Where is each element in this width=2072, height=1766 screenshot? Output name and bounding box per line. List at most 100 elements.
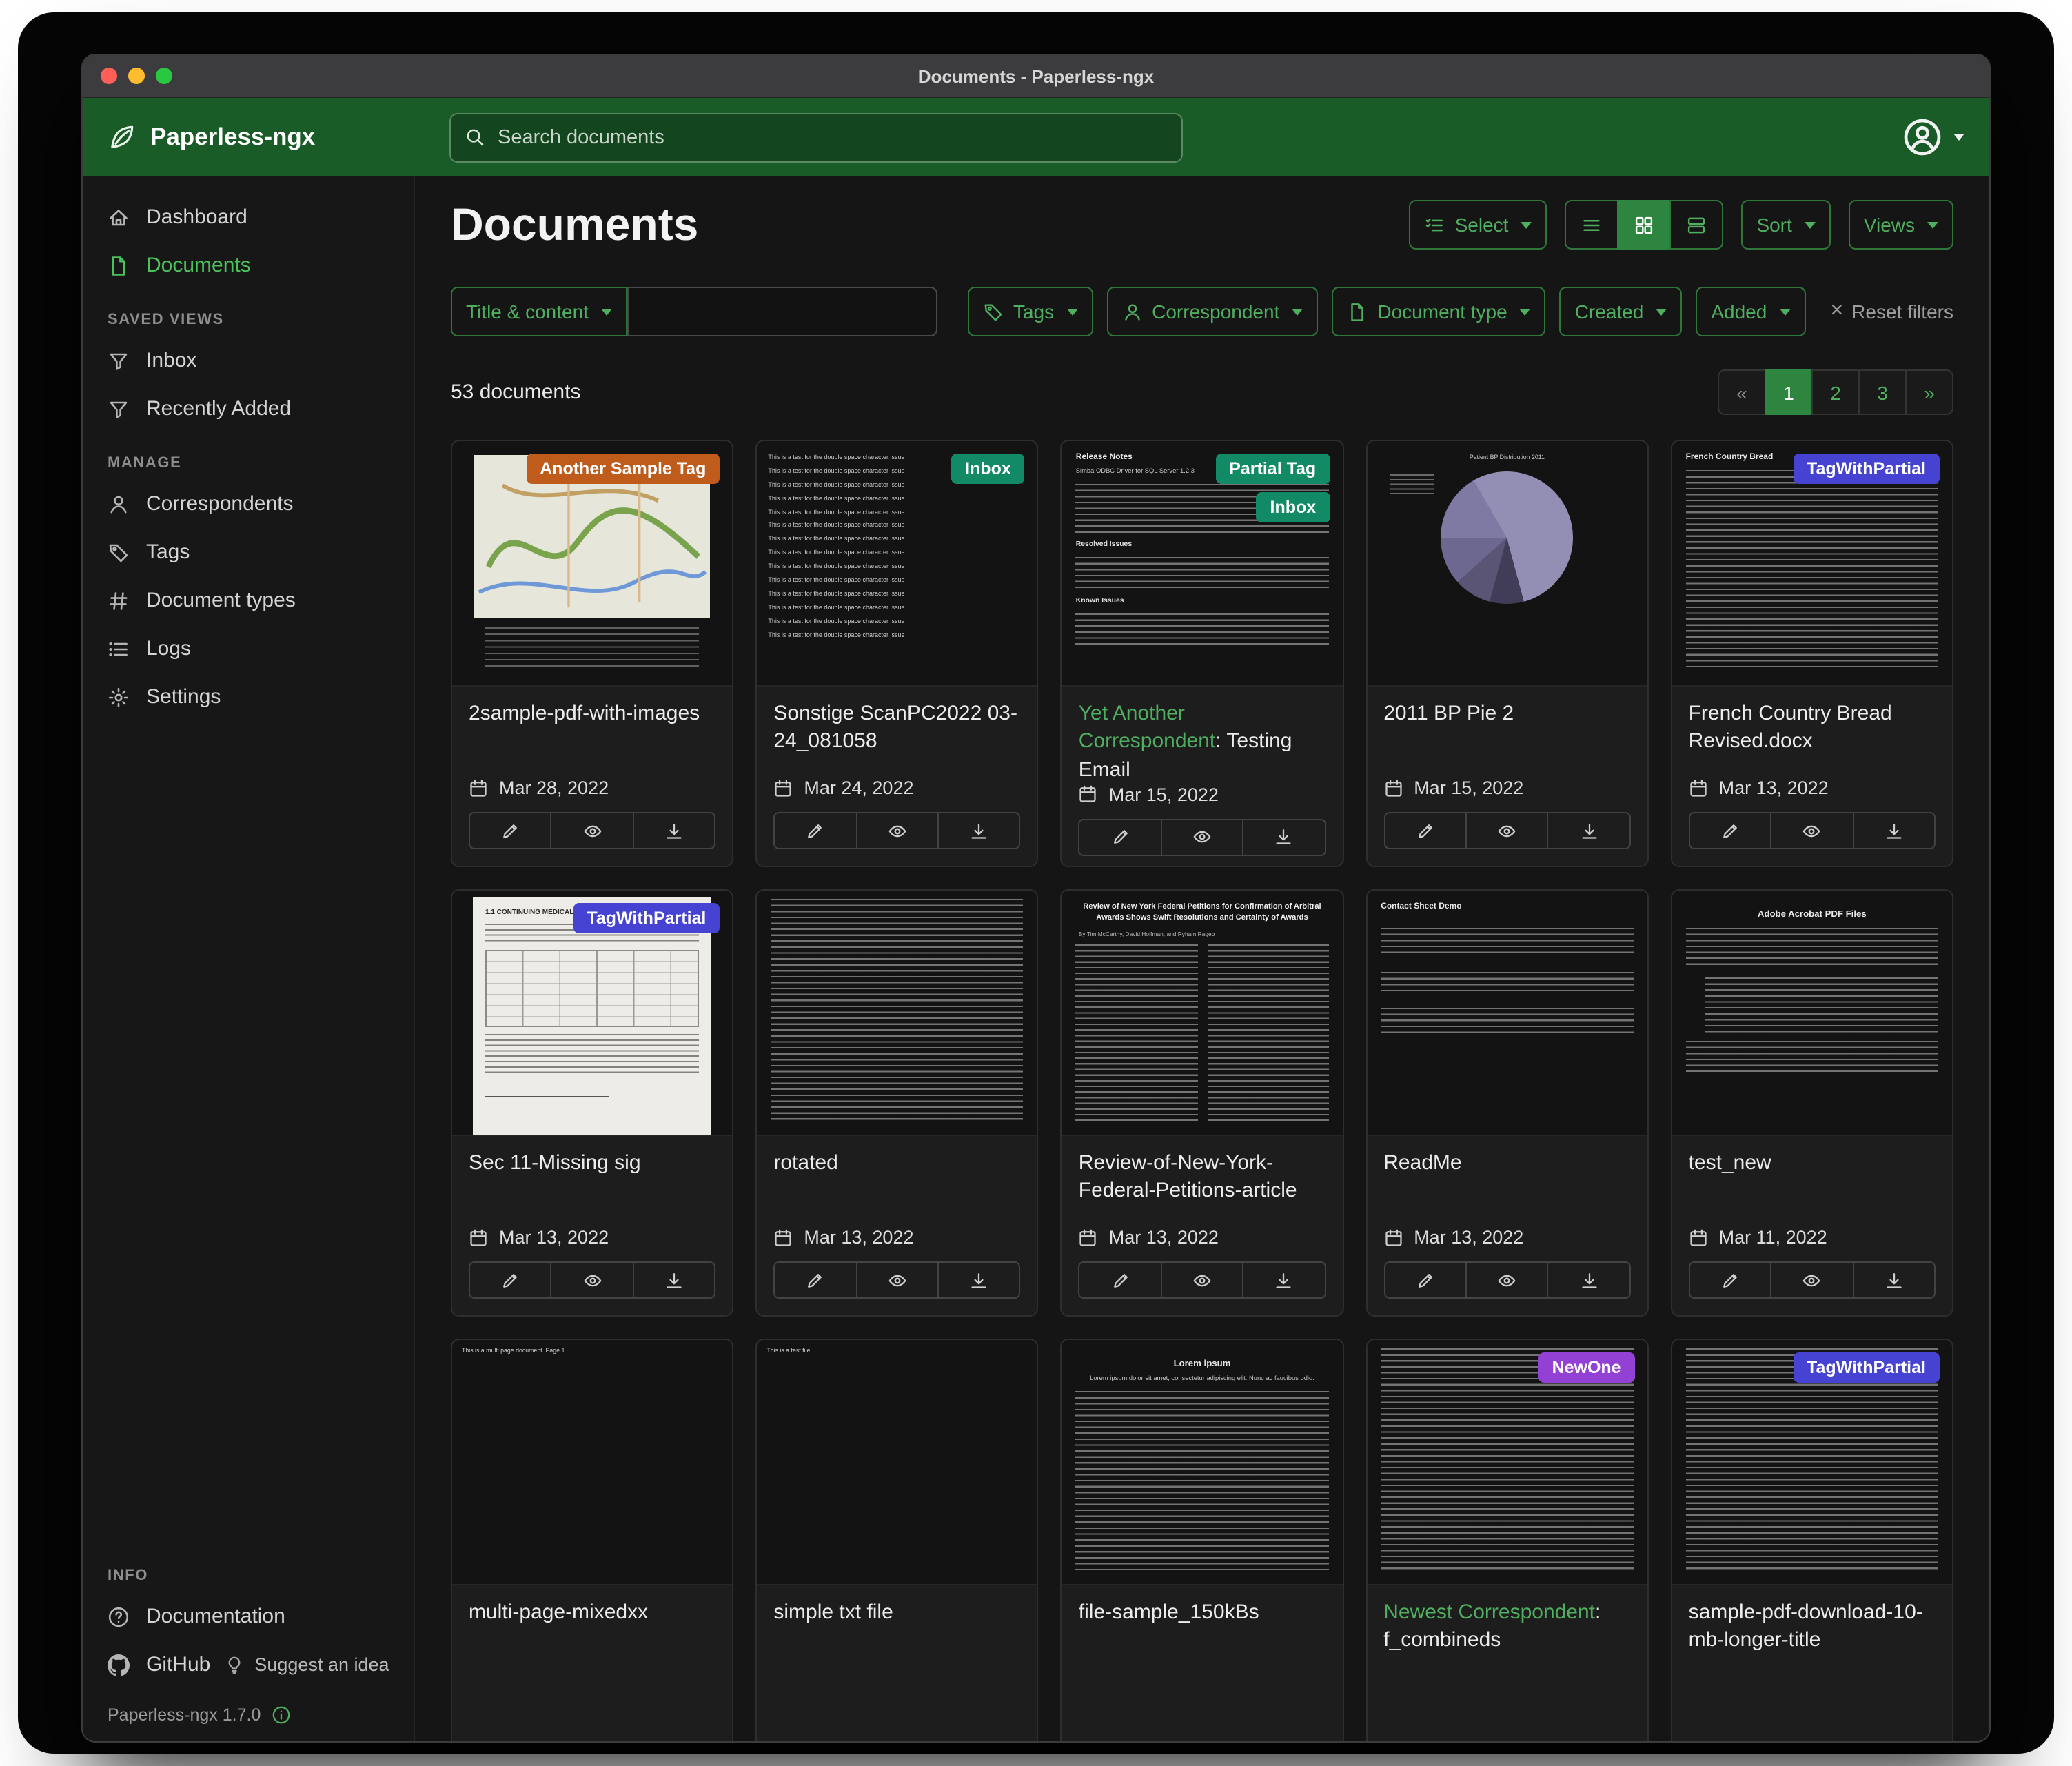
document-card[interactable]: Review of New York Federal Petitions for…: [1061, 889, 1343, 1317]
preview-button[interactable]: [1465, 812, 1549, 849]
preview-button[interactable]: [1770, 812, 1853, 849]
document-thumbnail[interactable]: Contact Sheet Demo: [1367, 891, 1647, 1136]
edit-button[interactable]: [469, 1261, 552, 1299]
user-menu[interactable]: [1902, 117, 1964, 157]
edit-button[interactable]: [1689, 812, 1772, 849]
tag-badge[interactable]: Another Sample Tag: [526, 454, 720, 484]
document-type-filter-button[interactable]: Document type: [1332, 287, 1545, 336]
sidebar-item-inbox[interactable]: Inbox: [83, 336, 414, 385]
preview-button[interactable]: [551, 812, 634, 849]
tag-badge[interactable]: Partial Tag: [1215, 454, 1330, 484]
document-thumbnail[interactable]: Adobe Acrobat PDF Files: [1672, 891, 1952, 1136]
views-button[interactable]: Views: [1849, 200, 1953, 250]
document-title[interactable]: Newest Correspondent: f_combineds: [1383, 1599, 1630, 1655]
minimize-window-button[interactable]: [128, 68, 145, 84]
detail-view-button[interactable]: [1565, 200, 1618, 250]
edit-button[interactable]: [1079, 1261, 1162, 1299]
tag-badge[interactable]: Inbox: [951, 454, 1025, 484]
small-cards-view-button[interactable]: [1617, 200, 1671, 250]
preview-button[interactable]: [1161, 1261, 1244, 1299]
pagination-button[interactable]: 2: [1811, 369, 1860, 415]
download-button[interactable]: [1242, 819, 1326, 856]
document-thumbnail[interactable]: This is a test file.: [757, 1340, 1037, 1585]
document-thumbnail[interactable]: Review of New York Federal Petitions for…: [1062, 891, 1342, 1136]
close-window-button[interactable]: [101, 68, 117, 84]
document-card[interactable]: This is a multi page document. Page 1. m…: [451, 1339, 733, 1741]
preview-button[interactable]: [855, 1261, 939, 1299]
tag-badge[interactable]: TagWithPartial: [1793, 454, 1940, 484]
edit-button[interactable]: [773, 812, 857, 849]
tags-filter-button[interactable]: Tags: [968, 287, 1093, 336]
document-card[interactable]: 1.1 CONTINUING MEDICAL EDUCA TagWithPart…: [451, 889, 733, 1317]
download-button[interactable]: [937, 1261, 1021, 1299]
added-filter-button[interactable]: Added: [1696, 287, 1805, 336]
document-thumbnail[interactable]: [757, 891, 1037, 1136]
sidebar-item-tags[interactable]: Tags: [83, 528, 414, 576]
download-button[interactable]: [1547, 1261, 1631, 1299]
sidebar-item-documents[interactable]: Documents: [83, 241, 414, 290]
select-button[interactable]: Select: [1410, 200, 1547, 250]
zoom-window-button[interactable]: [156, 68, 172, 84]
document-card[interactable]: Adobe Acrobat PDF Files test_new Mar 11,…: [1671, 889, 1953, 1317]
pagination-button[interactable]: »: [1905, 369, 1953, 415]
document-thumbnail[interactable]: Patient BP Distribution 2011: [1367, 441, 1647, 687]
document-title[interactable]: 2011 BP Pie 2: [1383, 700, 1630, 729]
document-card[interactable]: NewOne Newest Correspondent: f_combineds: [1365, 1339, 1648, 1741]
sidebar-item-suggest-idea[interactable]: Suggest an idea: [216, 1642, 397, 1687]
document-card[interactable]: Contact Sheet Demo ReadMe Mar 13, 2022: [1365, 889, 1648, 1317]
document-thumbnail[interactable]: This is a multi page document. Page 1.: [452, 1340, 732, 1585]
document-card[interactable]: TagWithPartial sample-pdf-download-10-mb…: [1671, 1339, 1953, 1741]
info-icon[interactable]: [272, 1705, 291, 1725]
download-button[interactable]: [1852, 1261, 1936, 1299]
title-content-input[interactable]: [627, 287, 937, 336]
document-card[interactable]: French Country Bread TagWithPartial Fren…: [1671, 440, 1953, 867]
download-button[interactable]: [633, 812, 716, 849]
edit-button[interactable]: [1383, 1261, 1467, 1299]
document-title[interactable]: Sonstige ScanPC2022 03-24_081058: [773, 700, 1020, 756]
pagination-button[interactable]: «: [1718, 369, 1766, 415]
document-card[interactable]: Another Sample Tag 2sample-pdf-with-imag…: [451, 440, 733, 867]
download-button[interactable]: [1242, 1261, 1326, 1299]
document-title[interactable]: multi-page-mixedxx: [469, 1599, 715, 1627]
pagination-button[interactable]: 3: [1858, 369, 1907, 415]
preview-button[interactable]: [855, 812, 939, 849]
document-card[interactable]: Lorem ipsumLorem ipsum dolor sit amet, c…: [1061, 1339, 1343, 1741]
document-card[interactable]: rotated Mar 13, 2022: [755, 889, 1038, 1317]
document-card[interactable]: Patient BP Distribution 2011 2011 BP Pie…: [1365, 440, 1648, 867]
document-card[interactable]: Release NotesSimba ODBC Driver for SQL S…: [1061, 440, 1343, 867]
reset-filters-button[interactable]: × Reset filters: [1830, 301, 1953, 323]
sidebar-item-logs[interactable]: Logs: [83, 625, 414, 673]
preview-button[interactable]: [1770, 1261, 1853, 1299]
document-title[interactable]: ReadMe: [1383, 1150, 1630, 1178]
edit-button[interactable]: [773, 1261, 857, 1299]
tag-badge[interactable]: TagWithPartial: [1793, 1352, 1940, 1383]
search-input[interactable]: [498, 126, 1168, 148]
document-title[interactable]: Review-of-New-York-Federal-Petitions-art…: [1079, 1150, 1326, 1206]
download-button[interactable]: [1852, 812, 1936, 849]
sidebar-item-github[interactable]: GitHub: [83, 1641, 216, 1689]
download-button[interactable]: [633, 1261, 716, 1299]
sidebar-item-settings[interactable]: Settings: [83, 673, 414, 721]
document-correspondent[interactable]: Newest Correspondent: [1383, 1601, 1595, 1624]
tag-badge[interactable]: TagWithPartial: [573, 903, 720, 933]
correspondent-filter-button[interactable]: Correspondent: [1106, 287, 1318, 336]
pagination-button[interactable]: 1: [1765, 369, 1813, 415]
document-title[interactable]: rotated: [773, 1150, 1020, 1178]
sidebar-item-documentation[interactable]: Documentation: [83, 1592, 414, 1641]
edit-button[interactable]: [1383, 812, 1467, 849]
edit-button[interactable]: [1689, 1261, 1772, 1299]
document-title[interactable]: test_new: [1689, 1150, 1936, 1178]
document-correspondent[interactable]: Yet Another Correspondent: [1079, 702, 1215, 753]
sort-button[interactable]: Sort: [1741, 200, 1830, 250]
preview-button[interactable]: [551, 1261, 634, 1299]
large-cards-view-button[interactable]: [1669, 200, 1723, 250]
edit-button[interactable]: [469, 812, 552, 849]
document-card[interactable]: This is a test file. simple txt file: [755, 1339, 1038, 1741]
brand[interactable]: Paperless-ngx: [108, 123, 449, 152]
document-title[interactable]: 2sample-pdf-with-images: [469, 700, 715, 729]
global-search[interactable]: [449, 112, 1183, 162]
edit-button[interactable]: [1079, 819, 1162, 856]
sidebar-item-document-types[interactable]: Document types: [83, 576, 414, 625]
document-title[interactable]: French Country Bread Revised.docx: [1689, 700, 1936, 756]
document-title[interactable]: simple txt file: [773, 1599, 1020, 1627]
